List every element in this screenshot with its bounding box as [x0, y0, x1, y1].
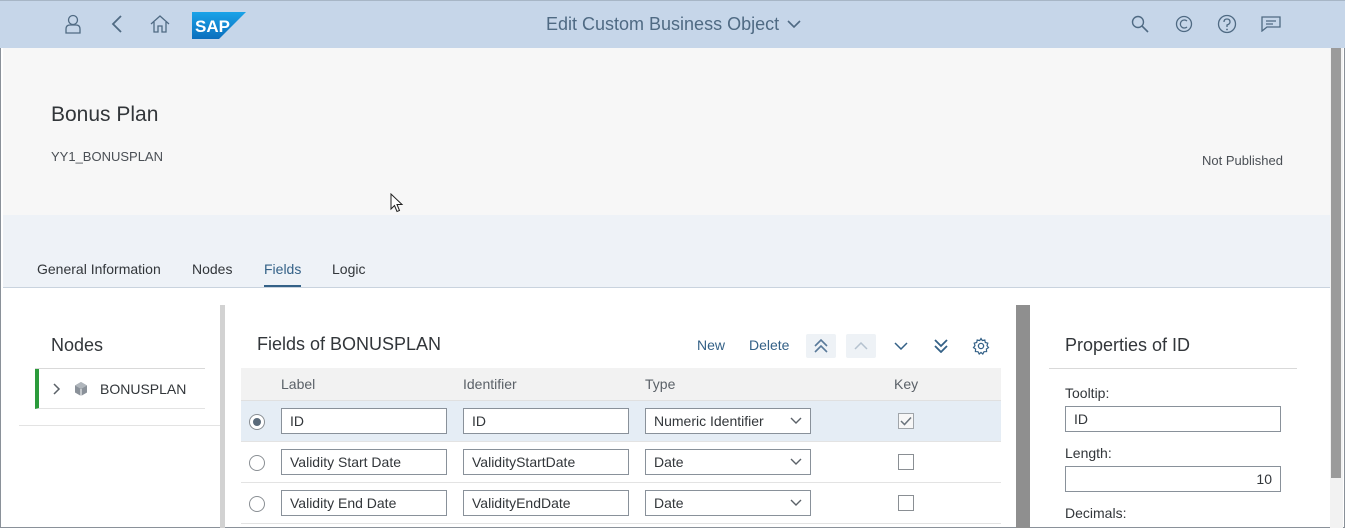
label-field[interactable]: Validity Start Date: [281, 449, 447, 475]
table-row[interactable]: Validity Start Date ValidityStartDate Da…: [241, 442, 1001, 483]
length-label: Length:: [1065, 445, 1112, 461]
identifier-field[interactable]: ID: [463, 408, 629, 434]
object-identifier: YY1_BONUSPLAN: [51, 149, 163, 164]
column-header-identifier[interactable]: Identifier: [463, 376, 517, 392]
table-row[interactable]: ID ID Numeric Identifier: [241, 401, 1001, 442]
fields-panel-title: Fields of BONUSPLAN: [257, 334, 442, 354]
object-title: Bonus Plan: [51, 103, 159, 126]
node-item-bonusplan[interactable]: BONUSPLAN: [35, 369, 205, 409]
tab-bar: General Information Nodes Fields Logic: [3, 215, 1330, 288]
move-to-bottom-icon[interactable]: [926, 334, 956, 358]
nodes-panel-title: Nodes: [51, 335, 104, 355]
page-scrollbar[interactable]: [1330, 48, 1343, 528]
app-title: Edit Custom Business Object: [546, 14, 780, 34]
tab-fields[interactable]: Fields: [264, 261, 302, 287]
row-select-radio[interactable]: [249, 496, 265, 512]
column-header-label[interactable]: Label: [281, 376, 315, 392]
label-field[interactable]: ID: [281, 408, 447, 434]
key-checkbox[interactable]: [898, 454, 914, 470]
type-select-value: Numeric Identifier: [654, 413, 764, 429]
length-field[interactable]: 10: [1065, 466, 1281, 492]
properties-panel-title: Properties of ID: [1065, 335, 1191, 355]
move-down-icon[interactable]: [886, 334, 916, 358]
type-select[interactable]: Numeric Identifier: [645, 408, 811, 434]
tooltip-field[interactable]: ID: [1065, 406, 1281, 432]
home-icon[interactable]: [147, 11, 173, 37]
sap-logo[interactable]: SAP: [192, 12, 246, 39]
column-header-key[interactable]: Key: [894, 376, 918, 392]
type-select[interactable]: Date: [645, 490, 811, 516]
back-icon[interactable]: [104, 11, 130, 37]
notifications-icon[interactable]: [1258, 11, 1284, 37]
scrollbar-thumb[interactable]: [1331, 48, 1341, 478]
column-header-type[interactable]: Type: [645, 376, 675, 392]
table-row[interactable]: Validity End Date ValidityEndDate Date: [241, 483, 1001, 524]
move-up-icon[interactable]: [846, 334, 876, 358]
delete-button[interactable]: Delete: [749, 337, 789, 353]
tab-logic[interactable]: Logic: [332, 261, 365, 285]
search-icon[interactable]: [1127, 11, 1153, 37]
identifier-field[interactable]: ValidityEndDate: [463, 490, 629, 516]
type-select-value: Date: [654, 454, 684, 470]
panel-splitter[interactable]: [1016, 305, 1030, 528]
tab-general-information[interactable]: General Information: [37, 261, 161, 285]
label-field[interactable]: Validity End Date: [281, 490, 447, 516]
row-select-radio[interactable]: [249, 455, 265, 471]
chevron-down-icon: [790, 499, 802, 506]
row-select-radio[interactable]: [249, 414, 265, 430]
object-header: Bonus Plan YY1_BONUSPLAN Not Published: [3, 48, 1330, 215]
copilot-icon[interactable]: [1171, 11, 1197, 37]
tab-nodes[interactable]: Nodes: [192, 261, 232, 285]
tooltip-label: Tooltip:: [1065, 385, 1110, 401]
type-select[interactable]: Date: [645, 449, 811, 475]
chevron-down-icon: [787, 20, 801, 29]
help-icon[interactable]: [1214, 11, 1240, 37]
decimals-label: Decimals:: [1065, 505, 1127, 521]
chevron-down-icon: [790, 458, 802, 465]
mouse-cursor-icon: [390, 193, 404, 213]
identifier-field[interactable]: ValidityStartDate: [463, 449, 629, 475]
settings-gear-icon[interactable]: [966, 334, 996, 358]
sap-logo-text: SAP: [195, 17, 230, 36]
divider: [19, 425, 220, 426]
move-to-top-icon[interactable]: [806, 334, 836, 358]
key-checkbox[interactable]: [898, 495, 914, 511]
chevron-right-icon[interactable]: [53, 382, 61, 395]
publish-status: Not Published: [1202, 153, 1283, 168]
new-button[interactable]: New: [697, 337, 725, 353]
key-checkbox[interactable]: [898, 413, 914, 429]
shell-bar: SAP Edit Custom Business Object: [0, 0, 1345, 48]
app-title-menu[interactable]: Edit Custom Business Object: [546, 14, 801, 35]
panel-splitter[interactable]: [220, 305, 225, 528]
user-icon[interactable]: [60, 11, 86, 37]
checkmark-icon: [900, 416, 912, 426]
chevron-down-icon: [790, 417, 802, 424]
node-item-label: BONUSPLAN: [100, 380, 187, 397]
fields-table-header: Label Identifier Type Key: [241, 368, 1001, 401]
type-select-value: Date: [654, 495, 684, 511]
node-cube-icon: [75, 381, 87, 396]
divider: [1049, 368, 1297, 369]
